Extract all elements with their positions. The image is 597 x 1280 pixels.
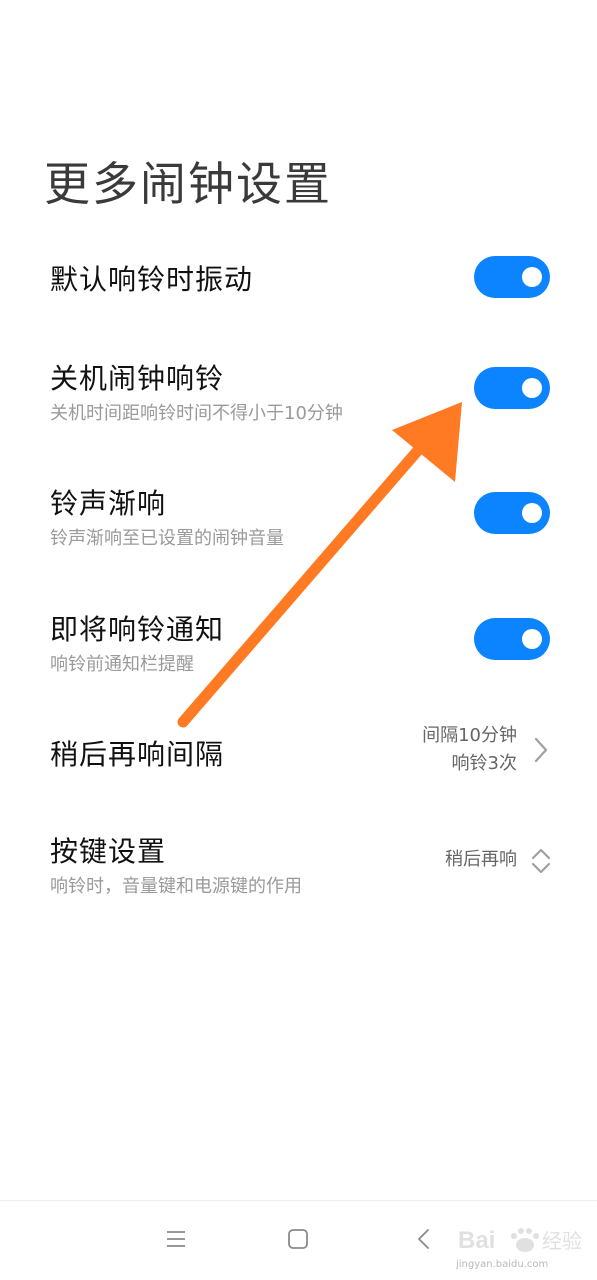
menu-icon[interactable] bbox=[164, 1227, 188, 1251]
toggle-knob bbox=[522, 629, 542, 649]
setting-title: 即将响铃通知 bbox=[50, 613, 225, 646]
setting-subtitle: 铃声渐响至已设置的闹钟音量 bbox=[50, 528, 284, 549]
setting-upcoming-notice-row[interactable]: 即将响铃通知 响铃前通知栏提醒 bbox=[0, 596, 597, 696]
setting-vibrate-row[interactable]: 默认响铃时振动 bbox=[0, 240, 597, 320]
setting-title: 默认响铃时振动 bbox=[50, 263, 254, 296]
poweroff-alarm-toggle[interactable] bbox=[474, 367, 550, 409]
setting-title: 铃声渐响 bbox=[50, 487, 167, 520]
setting-title: 稍后再响间隔 bbox=[50, 738, 225, 771]
snooze-repeat-value: 响铃3次 bbox=[451, 753, 517, 774]
setting-crescendo-row[interactable]: 铃声渐响 铃声渐响至已设置的闹钟音量 bbox=[0, 470, 597, 570]
svg-text:经验: 经验 bbox=[542, 1229, 582, 1253]
setting-snooze-interval-row[interactable]: 稍后再响间隔 间隔10分钟 响铃3次 bbox=[0, 715, 597, 795]
page-title: 更多闹钟设置 bbox=[44, 157, 332, 211]
chevron-right-icon bbox=[534, 737, 548, 763]
setting-subtitle: 响铃时，音量键和电源键的作用 bbox=[50, 876, 302, 897]
back-chevron-icon[interactable] bbox=[412, 1227, 436, 1251]
toggle-knob bbox=[522, 378, 542, 398]
snooze-value: 间隔10分钟 响铃3次 bbox=[422, 722, 517, 778]
toggle-knob bbox=[522, 267, 542, 287]
screen: 更多闹钟设置 默认响铃时振动 关机闹钟响铃 关机时间距响铃时间不得小于10分钟 … bbox=[0, 0, 597, 1280]
crescendo-toggle[interactable] bbox=[474, 492, 550, 534]
setting-button-action-row[interactable]: 按键设置 响铃时，音量键和电源键的作用 稍后再响 bbox=[0, 820, 597, 920]
setting-title: 按键设置 bbox=[50, 835, 167, 868]
button-action-value: 稍后再响 bbox=[445, 849, 517, 870]
updown-chevron-icon bbox=[531, 848, 551, 874]
vibrate-toggle[interactable] bbox=[474, 256, 550, 298]
svg-text:Bai: Bai bbox=[458, 1227, 495, 1254]
watermark-url: jingyan.baidu.com bbox=[456, 1259, 549, 1270]
toggle-knob bbox=[522, 503, 542, 523]
setting-subtitle: 响铃前通知栏提醒 bbox=[50, 654, 194, 675]
setting-title: 关机闹钟响铃 bbox=[50, 362, 225, 395]
snooze-interval-value: 间隔10分钟 bbox=[422, 725, 517, 746]
home-square-icon[interactable] bbox=[286, 1227, 310, 1251]
setting-poweroff-alarm-row[interactable]: 关机闹钟响铃 关机时间距响铃时间不得小于10分钟 bbox=[0, 345, 597, 445]
setting-subtitle: 关机时间距响铃时间不得小于10分钟 bbox=[50, 403, 343, 424]
upcoming-notice-toggle[interactable] bbox=[474, 618, 550, 660]
